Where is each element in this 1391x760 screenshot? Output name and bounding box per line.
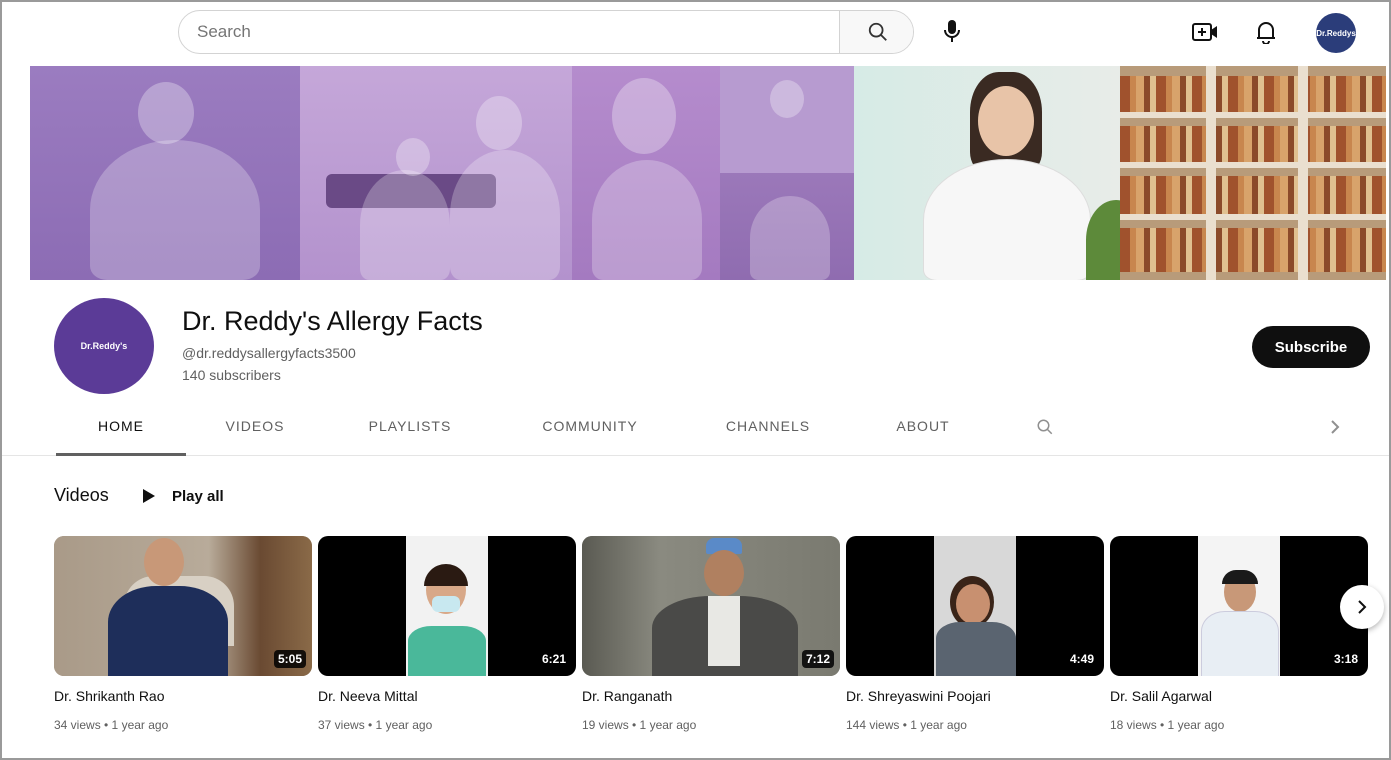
search-input[interactable] — [179, 11, 839, 53]
video-duration: 7:12 — [801, 650, 834, 668]
chevron-right-icon — [1331, 420, 1340, 434]
video-title[interactable]: Dr. Shreyaswini Poojari — [846, 688, 1104, 704]
top-bar: Dr.Reddys — [0, 0, 1391, 62]
video-meta: 34 views • 1 year ago — [54, 718, 169, 732]
video-duration: 5:05 — [273, 650, 306, 668]
channel-tabs: HOME VIDEOS PLAYLISTS COMMUNITY CHANNELS… — [0, 402, 1391, 456]
video-duration: 4:49 — [1065, 650, 1098, 668]
banner-panel-girl — [572, 66, 720, 280]
search-box[interactable] — [178, 10, 914, 54]
video-thumbnail[interactable]: 7:12 — [582, 536, 840, 676]
video-meta: 18 views • 1 year ago — [1110, 718, 1225, 732]
tabs-scroll-right-button[interactable] — [1324, 416, 1346, 438]
channel-avatar-text: Dr.Reddy's — [80, 341, 128, 351]
channel-banner — [30, 66, 1386, 280]
mic-icon — [944, 20, 960, 42]
play-icon — [143, 489, 155, 503]
voice-search-button[interactable] — [938, 17, 966, 45]
video-title[interactable]: Dr. Ranganath — [582, 688, 840, 704]
video-meta: 144 views • 1 year ago — [846, 718, 967, 732]
video-title[interactable]: Dr. Neeva Mittal — [318, 688, 576, 704]
tab-home[interactable]: HOME — [56, 418, 186, 434]
channel-avatar[interactable]: Dr.Reddy's — [54, 298, 154, 394]
search-button[interactable] — [839, 11, 913, 53]
banner-panel-bookshelf — [1120, 66, 1386, 280]
video-meta: 37 views • 1 year ago — [318, 718, 433, 732]
create-video-icon — [1192, 23, 1217, 41]
banner-panel-masks — [720, 66, 854, 280]
subscribe-button[interactable]: Subscribe — [1252, 326, 1370, 368]
video-title[interactable]: Dr. Shrikanth Rao — [54, 688, 312, 704]
video-shelf: 5:05 Dr. Shrikanth Rao 34 views • 1 year… — [54, 536, 1368, 746]
video-thumbnail[interactable]: 4:49 — [846, 536, 1104, 676]
account-avatar-text: Dr.Reddys — [1316, 28, 1356, 38]
video-card[interactable]: 5:05 Dr. Shrikanth Rao 34 views • 1 year… — [54, 536, 312, 732]
channel-title: Dr. Reddy's Allergy Facts — [182, 306, 483, 336]
banner-panel-man-sneezing — [30, 66, 300, 280]
video-duration: 6:21 — [537, 650, 570, 668]
channel-search-button[interactable] — [1034, 416, 1056, 438]
tab-community[interactable]: COMMUNITY — [520, 418, 660, 434]
tab-playlists[interactable]: PLAYLISTS — [350, 418, 470, 434]
banner-panel-family — [300, 66, 572, 280]
account-avatar[interactable]: Dr.Reddys — [1316, 13, 1356, 53]
active-tab-indicator — [56, 453, 186, 456]
video-card[interactable]: 7:12 Dr. Ranganath 19 views • 1 year ago — [582, 536, 840, 732]
play-all-label: Play all — [172, 487, 224, 505]
videos-section-title: Videos — [54, 485, 109, 505]
bell-icon — [1257, 22, 1275, 44]
tab-about[interactable]: ABOUT — [880, 418, 966, 434]
video-meta: 19 views • 1 year ago — [582, 718, 697, 732]
video-thumbnail[interactable]: 5:05 — [54, 536, 312, 676]
chevron-right-icon — [1358, 600, 1367, 614]
banner-panel-doctor — [854, 66, 1120, 280]
channel-handle: @dr.reddysallergyfacts3500 — [182, 345, 356, 361]
video-card[interactable]: 4:49 Dr. Shreyaswini Poojari 144 views •… — [846, 536, 1104, 732]
search-icon — [1037, 419, 1053, 435]
create-button[interactable] — [1190, 19, 1220, 45]
video-duration: 3:18 — [1329, 650, 1362, 668]
tab-channels[interactable]: CHANNELS — [708, 418, 828, 434]
tab-videos[interactable]: VIDEOS — [200, 418, 310, 434]
search-icon — [868, 22, 887, 41]
shelf-next-button[interactable] — [1340, 585, 1384, 629]
video-card[interactable]: 3:18 Dr. Salil Agarwal 18 views • 1 year… — [1110, 536, 1368, 732]
video-thumbnail[interactable]: 6:21 — [318, 536, 576, 676]
video-thumbnail[interactable]: 3:18 — [1110, 536, 1368, 676]
play-all-button[interactable]: Play all — [142, 484, 224, 508]
video-card[interactable]: 6:21 Dr. Neeva Mittal 37 views • 1 year … — [318, 536, 576, 732]
subscriber-count: 140 subscribers — [182, 367, 281, 383]
notifications-button[interactable] — [1253, 18, 1279, 46]
video-title[interactable]: Dr. Salil Agarwal — [1110, 688, 1368, 704]
